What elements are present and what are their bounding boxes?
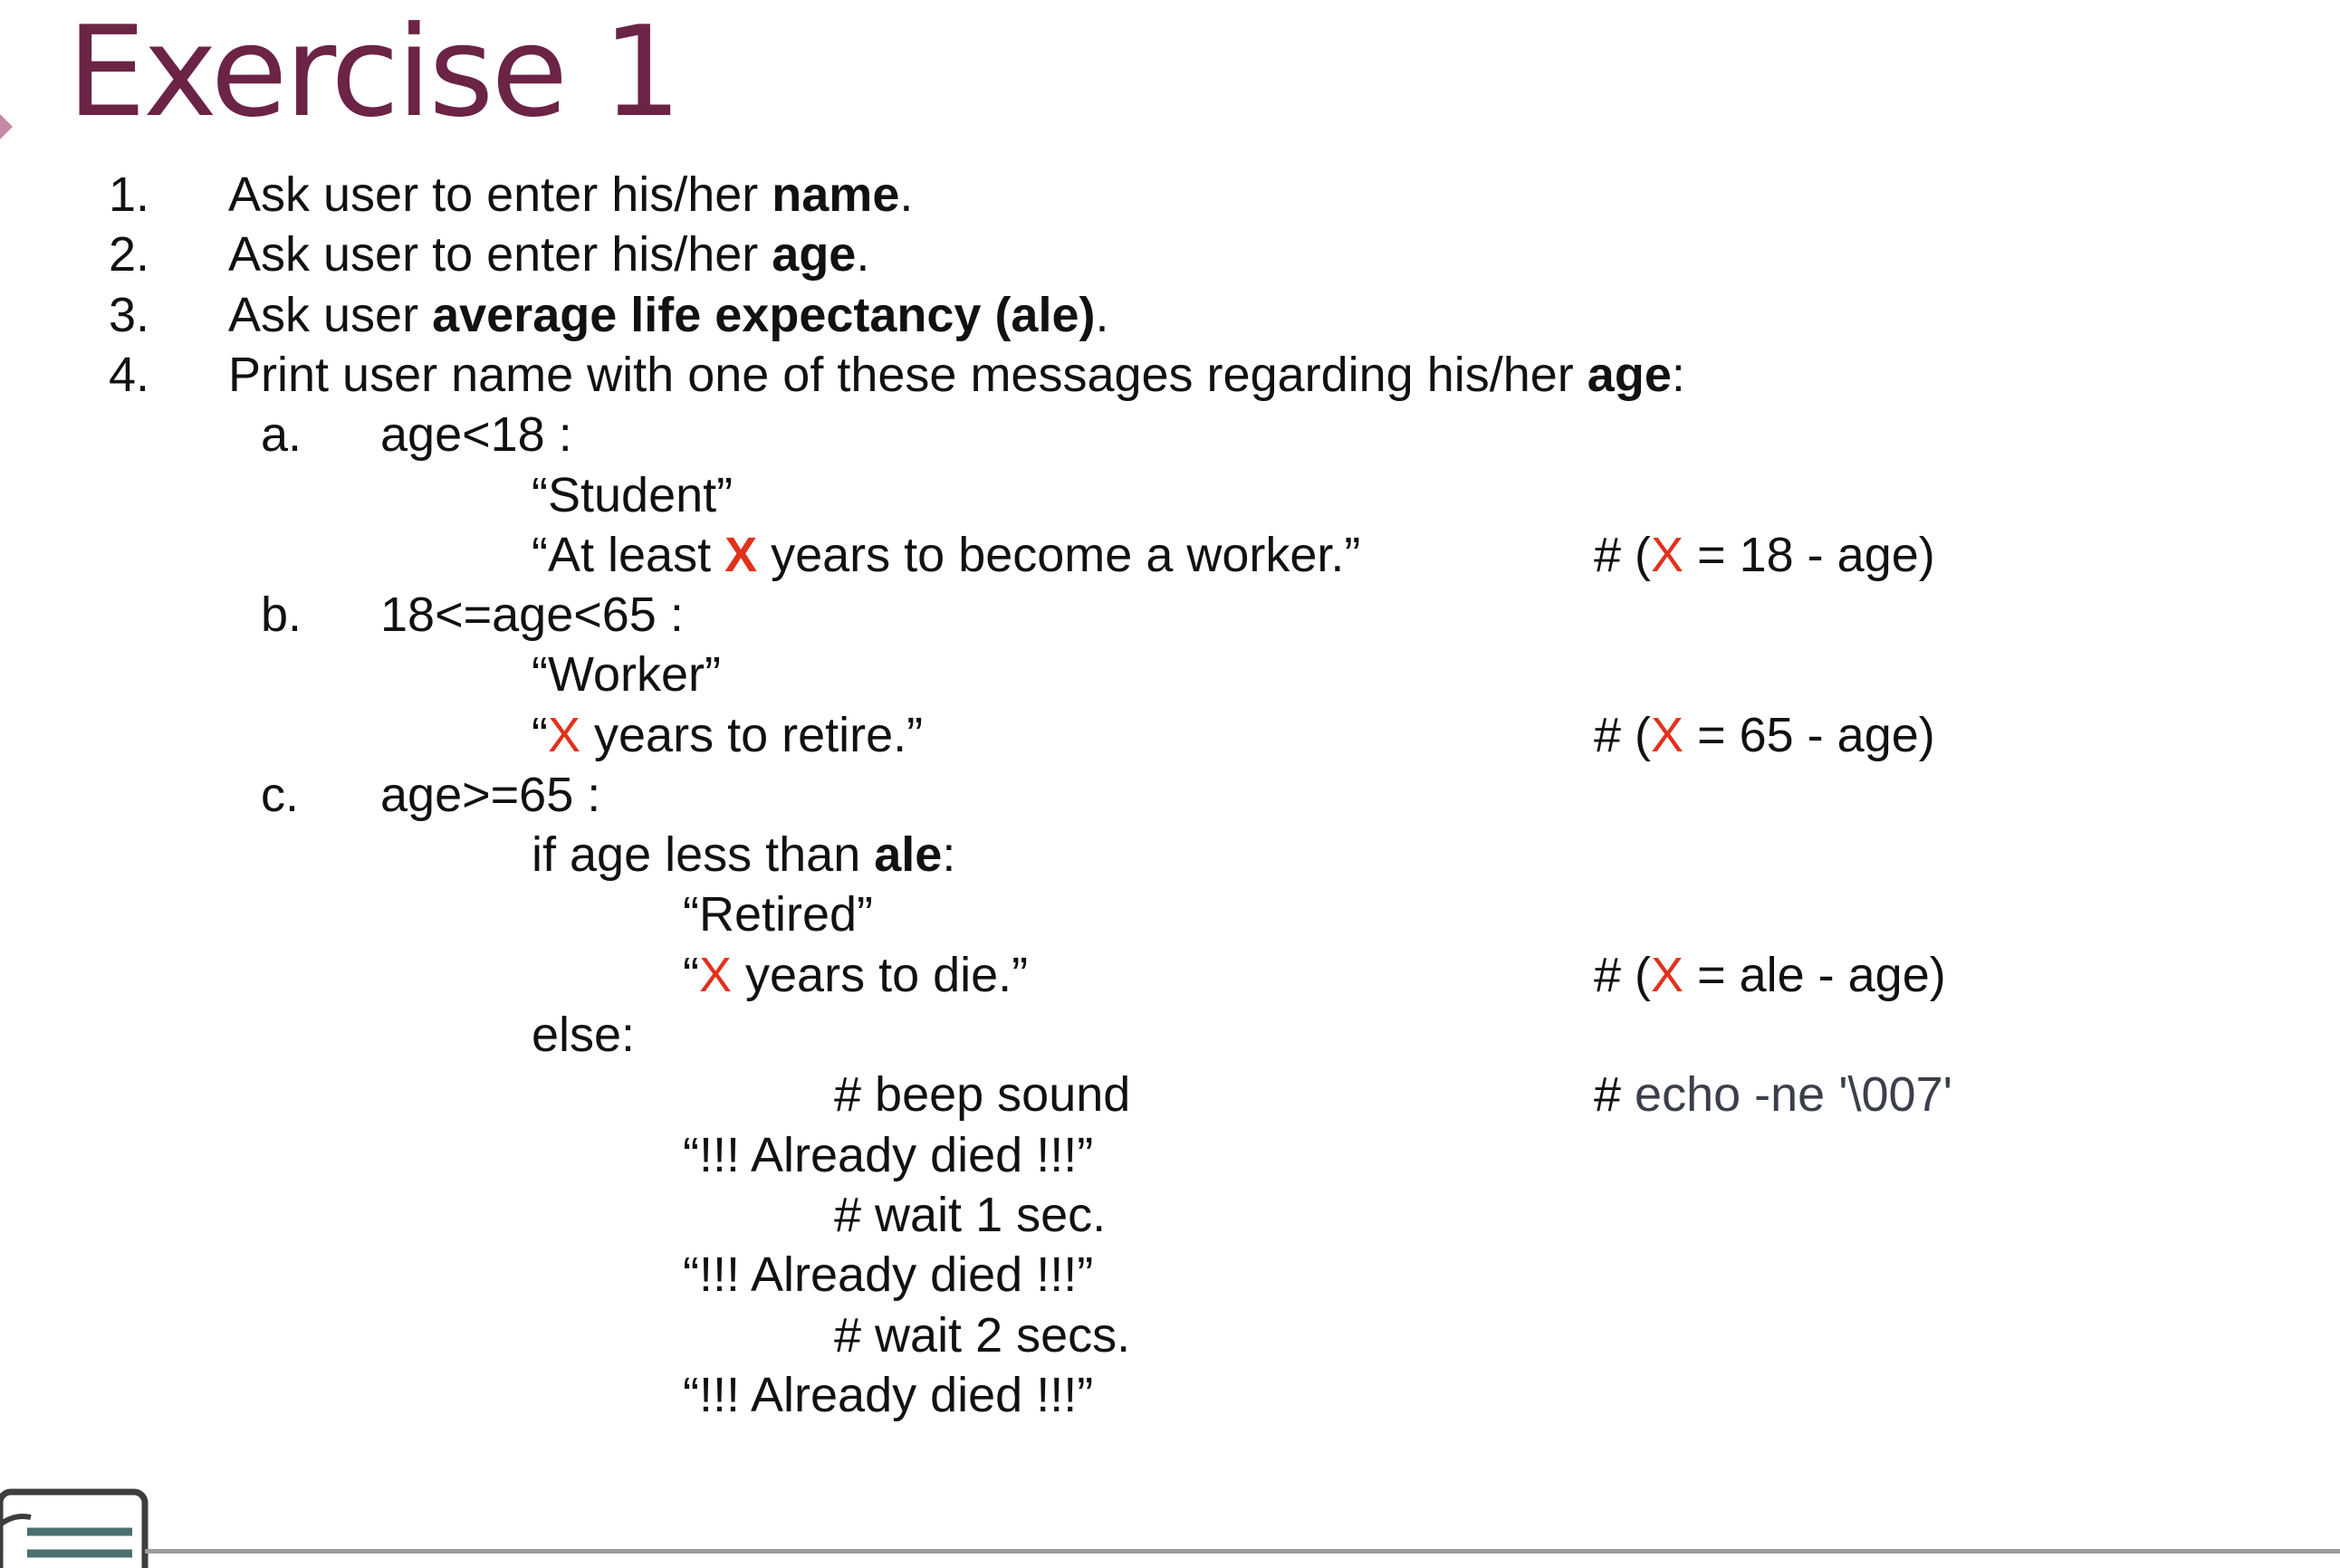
wait-2-comment: # wait 2 secs. (834, 1308, 1131, 1362)
case-c-else: else: (532, 1008, 636, 1062)
died-message-1: “!!! Already died !!!” (683, 1128, 1094, 1182)
case-b-status: “Worker” (532, 647, 721, 702)
item-number-1: 1. (109, 167, 150, 222)
case-a-status: “Student” (532, 468, 734, 522)
died-message-3: “!!! Already died !!!” (683, 1368, 1094, 1422)
item-number-2: 2. (109, 227, 150, 282)
case-c-if-line: if age less than ale: (532, 827, 956, 882)
echo-comment: # echo -ne '\007' (1594, 1067, 1952, 1122)
item-text-3: Ask user average life expectancy (ale). (228, 288, 1109, 342)
case-c-condition: age>=65 : (380, 768, 601, 822)
case-b-message: “X years to retire.” (532, 708, 924, 762)
case-b-letter: b. (261, 588, 302, 642)
slide-title: Exercise 1 (67, 0, 682, 145)
item-number-4: 4. (109, 348, 150, 402)
bottom-rule (145, 1549, 2340, 1554)
item-text-2: Ask user to enter his/her age. (228, 227, 870, 282)
case-b-condition: 18<=age<65 : (380, 588, 684, 642)
case-a-letter: a. (261, 407, 302, 462)
case-a-message: “At least X years to become a worker.” (532, 528, 1361, 582)
wait-1-comment: # wait 1 sec. (834, 1188, 1107, 1242)
item-number-3: 3. (109, 288, 150, 342)
case-b-comment: # (X = 65 - age) (1594, 708, 1935, 762)
case-c-letter: c. (261, 768, 300, 822)
died-message-2: “!!! Already died !!!” (683, 1248, 1094, 1302)
slide-accent-arrow (0, 114, 13, 139)
slide-icon (0, 1488, 149, 1568)
beep-comment: # beep sound (834, 1067, 1131, 1122)
item-text-4: Print user name with one of these messag… (228, 348, 1685, 402)
case-c-comment: # (X = ale - age) (1594, 948, 1946, 1002)
case-c-message: “X years to die.” (683, 948, 1029, 1002)
item-text-1: Ask user to enter his/her name. (228, 167, 914, 222)
case-a-comment: # (X = 18 - age) (1594, 528, 1935, 582)
case-a-condition: age<18 : (380, 407, 572, 462)
case-c-status: “Retired” (683, 887, 874, 942)
